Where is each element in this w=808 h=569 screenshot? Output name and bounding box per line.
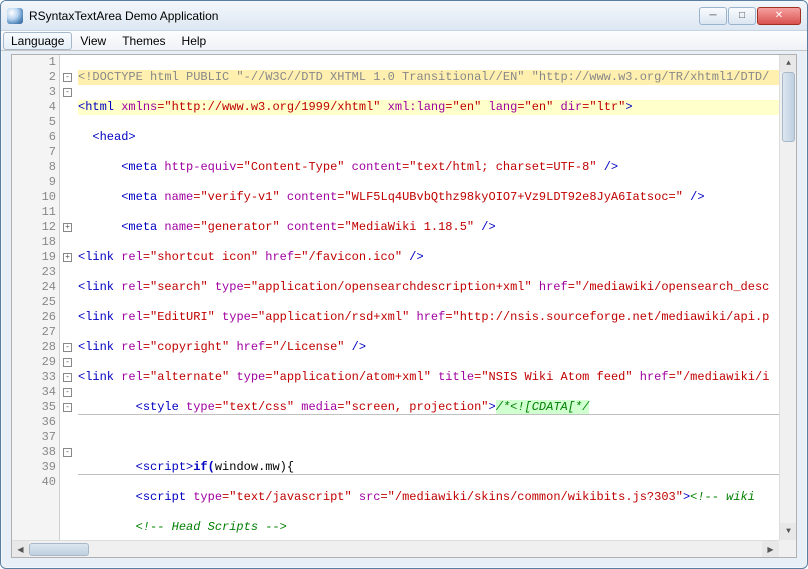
line-number: 9	[12, 175, 59, 190]
line-number: 12	[12, 220, 59, 235]
fold-expand-icon[interactable]: +	[63, 253, 72, 262]
java-app-icon	[7, 8, 23, 24]
line-number: 28	[12, 340, 59, 355]
fold-collapse-icon[interactable]: -	[63, 388, 72, 397]
line-number: 23	[12, 265, 59, 280]
scroll-right-icon[interactable]: ▶	[762, 541, 779, 558]
scroll-corner	[779, 540, 796, 557]
code-line: <link rel="alternate" type="application/…	[78, 370, 779, 385]
fold-collapse-icon[interactable]: -	[63, 403, 72, 412]
line-number: 25	[12, 295, 59, 310]
line-number: 1	[12, 55, 59, 70]
line-number: 8	[12, 160, 59, 175]
code-line: <script type="text/javascript" src="/med…	[78, 490, 779, 505]
line-number: 27	[12, 325, 59, 340]
menu-themes[interactable]: Themes	[114, 32, 173, 50]
code-line: <!-- Head Scripts -->	[78, 520, 779, 535]
editor-body: 1234567891011121819232425262728293334353…	[12, 55, 796, 540]
line-number: 2	[12, 70, 59, 85]
line-number: 6	[12, 130, 59, 145]
code-line: <link rel="copyright" href="/License" />	[78, 340, 779, 355]
line-number: 37	[12, 430, 59, 445]
fold-collapse-icon[interactable]: -	[63, 343, 72, 352]
code-line	[78, 430, 779, 445]
code-line: <meta name="verify-v1" content="WLF5Lq4U…	[78, 190, 779, 205]
line-number: 38	[12, 445, 59, 460]
line-number: 39	[12, 460, 59, 475]
line-number: 33	[12, 370, 59, 385]
line-number: 35	[12, 400, 59, 415]
bottom-scroll-row: ◀ ▶	[12, 540, 796, 557]
line-number: 34	[12, 385, 59, 400]
code-line: <link rel="search" type="application/ope…	[78, 280, 779, 295]
line-number: 40	[12, 475, 59, 490]
line-number: 26	[12, 310, 59, 325]
maximize-button[interactable]: □	[728, 7, 756, 25]
titlebar[interactable]: RSyntaxTextArea Demo Application ─ □ ✕	[1, 1, 807, 31]
horizontal-scrollbar[interactable]: ◀ ▶	[12, 540, 779, 557]
line-number-gutter[interactable]: 1234567891011121819232425262728293334353…	[12, 55, 60, 540]
hscroll-track[interactable]	[29, 541, 762, 558]
line-number: 10	[12, 190, 59, 205]
code-line: <meta http-equiv="Content-Type" content=…	[78, 160, 779, 175]
line-number: 19	[12, 250, 59, 265]
fold-column[interactable]: - - + + - - - - - -	[60, 55, 74, 540]
line-number: 7	[12, 145, 59, 160]
app-window: RSyntaxTextArea Demo Application ─ □ ✕ L…	[0, 0, 808, 569]
vscroll-thumb[interactable]	[782, 72, 795, 142]
minimize-button[interactable]: ─	[699, 7, 727, 25]
menu-view[interactable]: View	[72, 32, 114, 50]
line-number: 11	[12, 205, 59, 220]
vertical-scrollbar[interactable]: ▲ ▼	[779, 55, 796, 540]
line-number: 5	[12, 115, 59, 130]
fold-expand-icon[interactable]: +	[63, 223, 72, 232]
close-button[interactable]: ✕	[757, 7, 801, 25]
code-line: <script>if(window.mw){	[78, 460, 779, 475]
code-line: <link rel="shortcut icon" href="/favicon…	[78, 250, 779, 265]
code-area[interactable]: <!DOCTYPE html PUBLIC "-//W3C//DTD XHTML…	[74, 55, 779, 540]
code-line: <meta name="generator" content="MediaWik…	[78, 220, 779, 235]
line-number: 18	[12, 235, 59, 250]
code-line: <link rel="EditURI" type="application/rs…	[78, 310, 779, 325]
hscroll-thumb[interactable]	[29, 543, 89, 556]
fold-collapse-icon[interactable]: -	[63, 373, 72, 382]
menu-language[interactable]: Language	[3, 32, 72, 50]
fold-collapse-icon[interactable]: -	[63, 88, 72, 97]
scroll-left-icon[interactable]: ◀	[12, 541, 29, 558]
line-number: 3	[12, 85, 59, 100]
code-line: <head>	[78, 130, 779, 145]
code-line: <!DOCTYPE html PUBLIC "-//W3C//DTD XHTML…	[78, 70, 779, 85]
line-number: 29	[12, 355, 59, 370]
window-buttons: ─ □ ✕	[699, 7, 801, 25]
code-line: <style type="text/css" media="screen, pr…	[78, 400, 779, 415]
fold-collapse-icon[interactable]: -	[63, 448, 72, 457]
menubar: Language View Themes Help	[1, 31, 807, 51]
fold-collapse-icon[interactable]: -	[63, 358, 72, 367]
line-number: 4	[12, 100, 59, 115]
code-line: <html xmlns="http://www.w3.org/1999/xhtm…	[78, 100, 779, 115]
editor-container: 1234567891011121819232425262728293334353…	[11, 54, 797, 558]
scroll-up-icon[interactable]: ▲	[780, 55, 796, 72]
fold-collapse-icon[interactable]: -	[63, 73, 72, 82]
line-number: 24	[12, 280, 59, 295]
line-number: 36	[12, 415, 59, 430]
menu-help[interactable]: Help	[174, 32, 215, 50]
scroll-down-icon[interactable]: ▼	[780, 523, 796, 540]
window-title: RSyntaxTextArea Demo Application	[29, 9, 699, 23]
